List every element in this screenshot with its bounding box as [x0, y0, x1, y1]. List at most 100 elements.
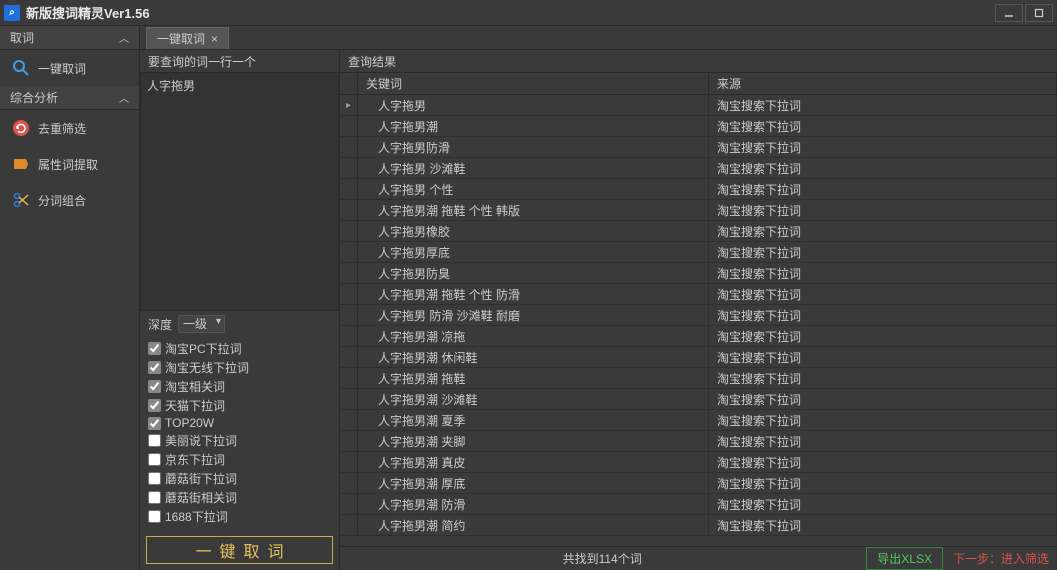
row-indicator [340, 473, 358, 493]
table-row[interactable]: 人字拖男潮 沙滩鞋淘宝搜索下拉词 [340, 389, 1057, 410]
source-label: TOP20W [165, 416, 214, 430]
source-checkbox[interactable]: 美丽说下拉词 [148, 431, 331, 450]
cell-source: 淘宝搜索下拉词 [709, 179, 1057, 199]
checkbox[interactable] [148, 361, 161, 374]
table-row[interactable]: 人字拖男 个性淘宝搜索下拉词 [340, 179, 1057, 200]
sidebar-item-label: 分词组合 [38, 192, 86, 209]
window-title: 新版搜词精灵Ver1.56 [26, 3, 995, 22]
col-header-source[interactable]: 来源 [709, 73, 1057, 94]
source-checkbox[interactable]: 淘宝无线下拉词 [148, 358, 331, 377]
tabbar: 一键取词× [140, 26, 1057, 50]
source-checkbox[interactable]: TOP20W [148, 415, 331, 431]
cell-source: 淘宝搜索下拉词 [709, 137, 1057, 157]
minimize-button[interactable] [995, 4, 1023, 22]
cell-keyword: 人字拖男防臭 [358, 263, 709, 283]
table-row[interactable]: 人字拖男厚底淘宝搜索下拉词 [340, 242, 1057, 263]
depth-select[interactable]: 一级 [178, 315, 225, 333]
results-label: 查询结果 [340, 50, 1057, 72]
table-row[interactable]: 人字拖男潮 防滑淘宝搜索下拉词 [340, 494, 1057, 515]
table-row[interactable]: 人字拖男潮 简约淘宝搜索下拉词 [340, 515, 1057, 536]
sidebar-section-header[interactable]: 取词︿ [0, 26, 139, 50]
source-checkbox[interactable]: 淘宝相关词 [148, 377, 331, 396]
refresh-icon [12, 119, 30, 137]
results-grid[interactable]: 关键词 来源 ▸人字拖男淘宝搜索下拉词人字拖男潮淘宝搜索下拉词人字拖男防滑淘宝搜… [340, 72, 1057, 546]
next-step-link[interactable]: 下一步：进入筛选 [953, 550, 1049, 567]
maximize-button[interactable] [1025, 4, 1053, 22]
table-row[interactable]: 人字拖男 沙滩鞋淘宝搜索下拉词 [340, 158, 1057, 179]
sidebar-item-refresh[interactable]: 去重筛选 [0, 110, 139, 146]
row-indicator [340, 242, 358, 262]
col-header-keyword[interactable]: 关键词 [358, 73, 709, 94]
checkbox[interactable] [148, 434, 161, 447]
cell-source: 淘宝搜索下拉词 [709, 221, 1057, 241]
source-label: 1688下拉词 [165, 508, 228, 525]
cell-keyword: 人字拖男橡胶 [358, 221, 709, 241]
checkbox[interactable] [148, 491, 161, 504]
row-indicator [340, 494, 358, 514]
source-list: 淘宝PC下拉词淘宝无线下拉词淘宝相关词天猫下拉词TOP20W美丽说下拉词京东下拉… [140, 337, 339, 532]
cell-source: 淘宝搜索下拉词 [709, 326, 1057, 346]
sidebar-section-label: 取词 [10, 29, 119, 46]
checkbox[interactable] [148, 510, 161, 523]
cell-source: 淘宝搜索下拉词 [709, 452, 1057, 472]
table-row[interactable]: 人字拖男潮淘宝搜索下拉词 [340, 116, 1057, 137]
checkbox[interactable] [148, 399, 161, 412]
sidebar: 取词︿ 一键取词综合分析︿去重筛选属性词提取分词组合 [0, 26, 140, 570]
sidebar-section-header[interactable]: 综合分析︿ [0, 86, 139, 110]
table-row[interactable]: 人字拖男潮 拖鞋淘宝搜索下拉词 [340, 368, 1057, 389]
source-label: 淘宝PC下拉词 [165, 340, 242, 357]
table-row[interactable]: 人字拖男潮 真皮淘宝搜索下拉词 [340, 452, 1057, 473]
cell-keyword: 人字拖男潮 凉拖 [358, 326, 709, 346]
close-icon[interactable]: × [211, 32, 218, 46]
cell-keyword: 人字拖男潮 拖鞋 个性 韩版 [358, 200, 709, 220]
cell-keyword: 人字拖男潮 防滑 [358, 494, 709, 514]
source-label: 蘑菇街相关词 [165, 489, 237, 506]
table-row[interactable]: 人字拖男潮 凉拖淘宝搜索下拉词 [340, 326, 1057, 347]
table-row[interactable]: 人字拖男防滑淘宝搜索下拉词 [340, 137, 1057, 158]
table-row[interactable]: 人字拖男潮 拖鞋 个性 防滑淘宝搜索下拉词 [340, 284, 1057, 305]
cell-source: 淘宝搜索下拉词 [709, 95, 1057, 115]
checkbox[interactable] [148, 342, 161, 355]
table-row[interactable]: 人字拖男橡胶淘宝搜索下拉词 [340, 221, 1057, 242]
cell-keyword: 人字拖男潮 沙滩鞋 [358, 389, 709, 409]
depth-label: 深度 [148, 316, 172, 333]
query-input[interactable] [140, 72, 339, 311]
row-indicator [340, 137, 358, 157]
sidebar-item-tag[interactable]: 属性词提取 [0, 146, 139, 182]
source-checkbox[interactable]: 1688下拉词 [148, 507, 331, 526]
source-checkbox[interactable]: 天猫下拉词 [148, 396, 331, 415]
grid-header: 关键词 来源 [340, 73, 1057, 95]
source-checkbox[interactable]: 京东下拉词 [148, 450, 331, 469]
cell-keyword: 人字拖男潮 厚底 [358, 473, 709, 493]
source-label: 京东下拉词 [165, 451, 225, 468]
cell-source: 淘宝搜索下拉词 [709, 347, 1057, 367]
sidebar-item-label: 一键取词 [38, 60, 86, 77]
fetch-button[interactable]: 一键取词 [146, 536, 333, 564]
checkbox[interactable] [148, 472, 161, 485]
table-row[interactable]: 人字拖男潮 夏季淘宝搜索下拉词 [340, 410, 1057, 431]
checkbox[interactable] [148, 453, 161, 466]
checkbox[interactable] [148, 417, 161, 430]
source-checkbox[interactable]: 蘑菇街相关词 [148, 488, 331, 507]
checkbox[interactable] [148, 380, 161, 393]
cell-source: 淘宝搜索下拉词 [709, 263, 1057, 283]
sidebar-item-scissors[interactable]: 分词组合 [0, 182, 139, 218]
cell-keyword: 人字拖男 个性 [358, 179, 709, 199]
table-row[interactable]: 人字拖男潮 拖鞋 个性 韩版淘宝搜索下拉词 [340, 200, 1057, 221]
sidebar-item-search[interactable]: 一键取词 [0, 50, 139, 86]
cell-keyword: 人字拖男潮 夏季 [358, 410, 709, 430]
cell-source: 淘宝搜索下拉词 [709, 116, 1057, 136]
table-row[interactable]: 人字拖男 防滑 沙滩鞋 耐磨淘宝搜索下拉词 [340, 305, 1057, 326]
table-row[interactable]: 人字拖男潮 夹脚淘宝搜索下拉词 [340, 431, 1057, 452]
source-checkbox[interactable]: 淘宝PC下拉词 [148, 339, 331, 358]
cell-keyword: 人字拖男潮 拖鞋 个性 防滑 [358, 284, 709, 304]
export-button[interactable]: 导出XLSX [866, 547, 943, 570]
cell-source: 淘宝搜索下拉词 [709, 242, 1057, 262]
row-indicator [340, 200, 358, 220]
table-row[interactable]: 人字拖男潮 休闲鞋淘宝搜索下拉词 [340, 347, 1057, 368]
table-row[interactable]: 人字拖男潮 厚底淘宝搜索下拉词 [340, 473, 1057, 494]
tab[interactable]: 一键取词× [146, 27, 229, 49]
source-checkbox[interactable]: 蘑菇街下拉词 [148, 469, 331, 488]
table-row[interactable]: ▸人字拖男淘宝搜索下拉词 [340, 95, 1057, 116]
table-row[interactable]: 人字拖男防臭淘宝搜索下拉词 [340, 263, 1057, 284]
